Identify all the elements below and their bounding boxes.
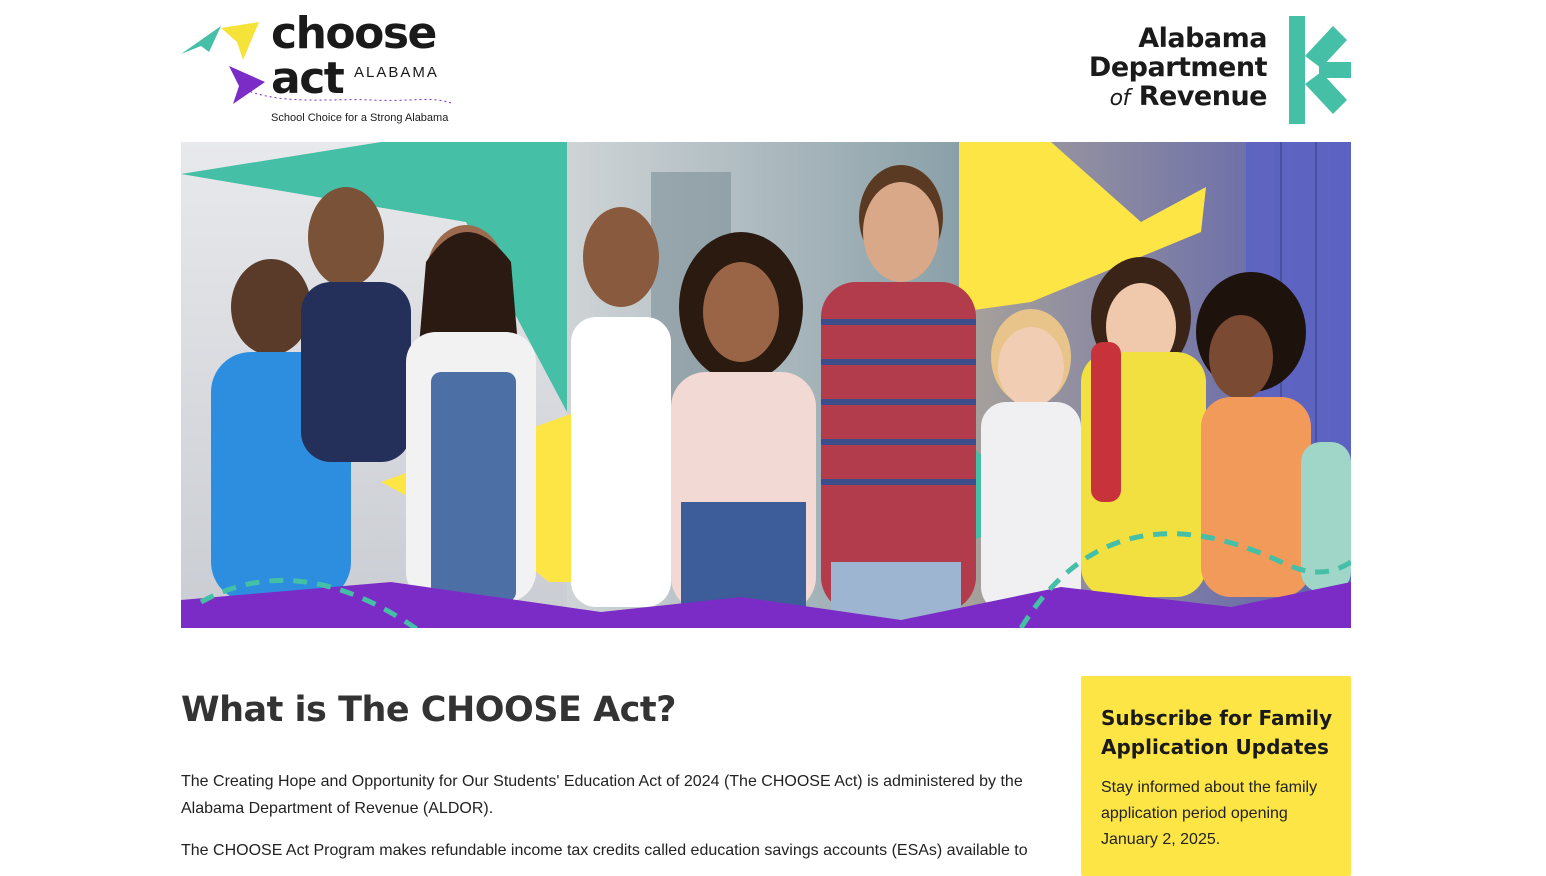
page-title: What is The CHOOSE Act? [181,690,676,730]
logo-word-choose: choose [271,8,437,59]
dor-line-department: Department [1088,52,1268,83]
logo-tagline: School Choice for a Strong Alabama [271,112,449,124]
subscribe-card[interactable]: Subscribe for Family Application Updates… [1081,676,1351,876]
alabama-dor-logo[interactable]: Alabama Department of Revenue [1076,16,1351,126]
choose-act-logo[interactable]: choose act ALABAMA School Choice for a S… [181,10,456,130]
site-header: choose act ALABAMA School Choice for a S… [181,0,1351,135]
logo-state: ALABAMA [354,64,439,81]
dor-wordmark: Alabama Department of Revenue [1088,23,1268,113]
hero-banner-image [181,142,1351,628]
program-paragraph: The CHOOSE Act Program makes refundable … [181,842,1028,859]
page-container: choose act ALABAMA School Choice for a S… [181,0,1351,876]
dor-line-revenue: Revenue [1138,81,1268,112]
dor-line-alabama: Alabama [1138,23,1267,54]
dor-k-mark-icon [1289,16,1351,124]
hero-students-photo [181,142,1351,628]
subscribe-description: Stay informed about the family applicati… [1101,779,1318,848]
dor-of: of [1109,86,1131,111]
subscribe-title[interactable]: Subscribe for Family Application Updates [1101,704,1341,762]
intro-paragraph: The Creating Hope and Opportunity for Ou… [181,773,1023,817]
logo-word-act: act [271,53,345,104]
